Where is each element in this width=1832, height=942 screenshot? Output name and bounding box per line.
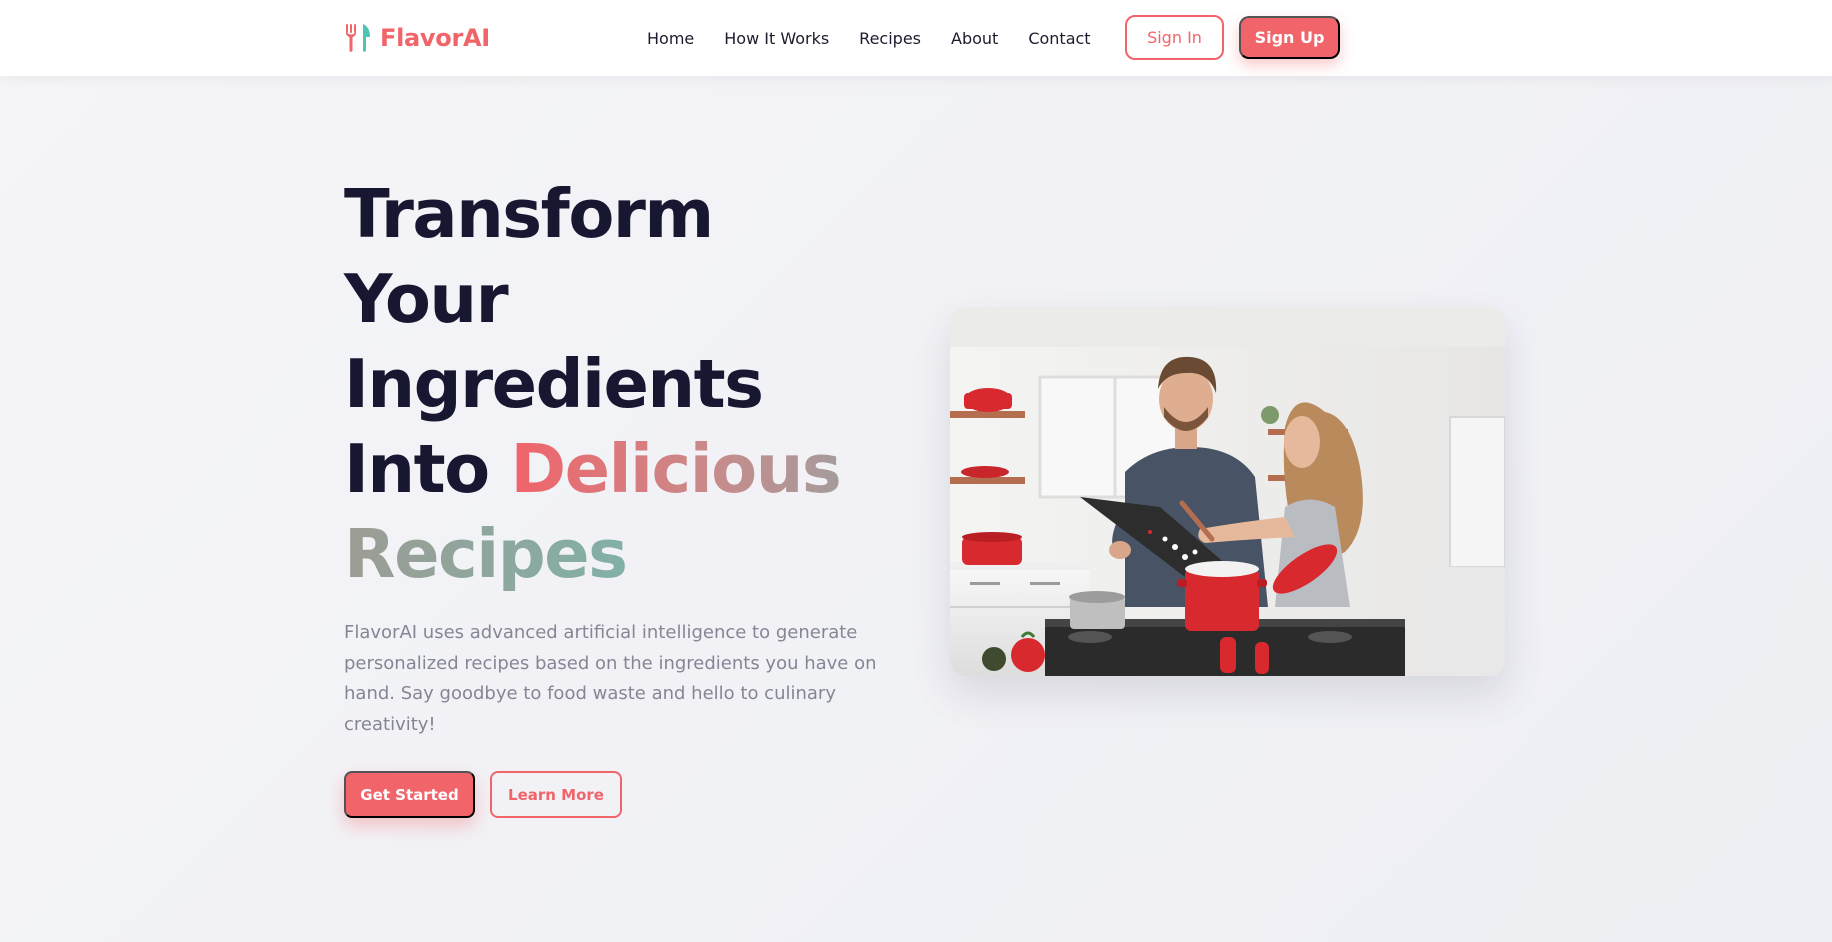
hero-title-line-2: Your [344, 260, 509, 338]
nav-link-contact[interactable]: Contact [1028, 29, 1090, 48]
kitchen-photo [950, 307, 1505, 676]
get-started-button[interactable]: Get Started [344, 771, 475, 818]
hero-title-into: Into [344, 430, 511, 508]
navbar: FlavorAI Home How It Works Recipes About… [0, 0, 1832, 76]
nav-link-about[interactable]: About [951, 29, 998, 48]
sign-in-button[interactable]: Sign In [1125, 15, 1224, 60]
nav-link-how-it-works[interactable]: How It Works [724, 29, 829, 48]
main-nav: Home How It Works Recipes About Contact [647, 24, 1091, 52]
learn-more-button[interactable]: Learn More [490, 771, 622, 818]
hero-title-accent-recipes: Recipes [344, 512, 904, 597]
hero-description: FlavorAI uses advanced artificial intell… [344, 622, 877, 735]
sign-up-button[interactable]: Sign Up [1239, 16, 1340, 59]
brand-name: FlavorAI [380, 24, 490, 52]
nav-link-recipes[interactable]: Recipes [859, 29, 921, 48]
hero-image-couple-cooking [950, 307, 1505, 676]
hero-title-line-4: Into Delicious [344, 427, 904, 512]
brand-logo[interactable]: FlavorAI [344, 21, 490, 55]
hero-title-line-1: Transform [344, 175, 714, 253]
hero-title-line-3: Ingredients [344, 345, 764, 423]
utensils-icon [344, 23, 372, 53]
nav-link-home[interactable]: Home [647, 29, 694, 48]
hero-title: Transform Your Ingredients Into Deliciou… [344, 172, 904, 597]
landing-page: FlavorAI Home How It Works Recipes About… [0, 0, 1832, 942]
hero-title-accent-delicious: Delicious [510, 430, 842, 508]
